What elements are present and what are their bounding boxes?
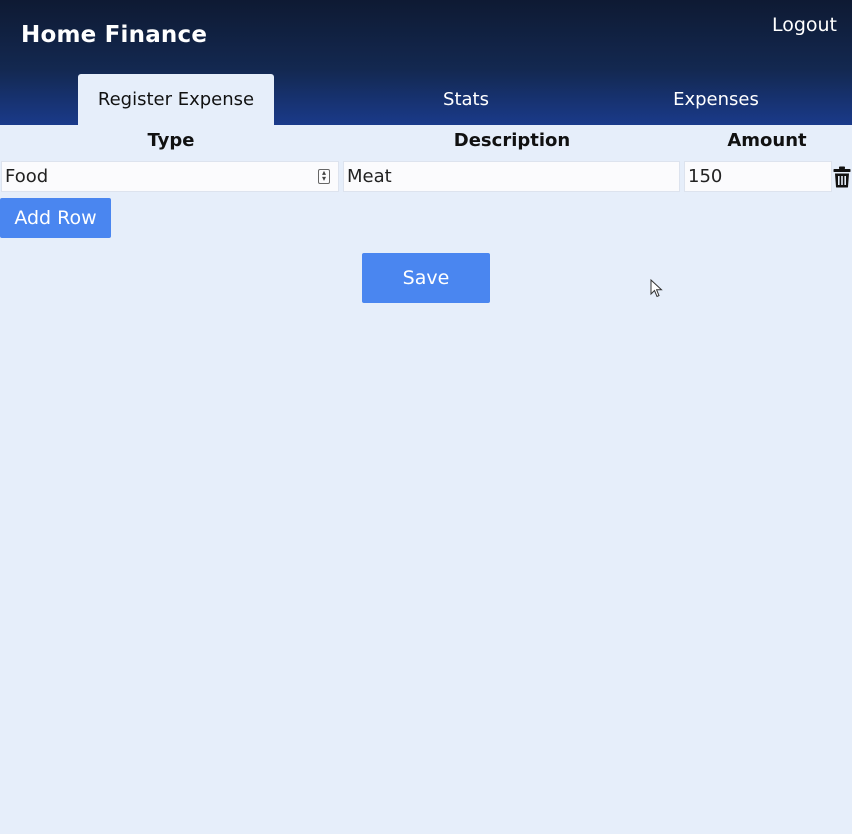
- type-select[interactable]: Food ▴ ▾: [1, 161, 339, 192]
- select-arrows-icon[interactable]: ▴ ▾: [318, 169, 330, 184]
- mouse-pointer-icon: [650, 279, 663, 298]
- save-button[interactable]: Save: [362, 253, 490, 303]
- description-input[interactable]: Meat: [343, 161, 680, 192]
- app-header: Home Finance Logout Register Expense Sta…: [0, 0, 852, 125]
- column-header-description: Description: [453, 130, 571, 151]
- tab-expenses[interactable]: Expenses: [640, 74, 792, 125]
- column-header-type: Type: [147, 130, 195, 151]
- logout-link[interactable]: Logout: [772, 14, 837, 36]
- trash-icon[interactable]: [833, 166, 851, 188]
- amount-value: 150: [688, 166, 723, 187]
- type-select-value: Food: [5, 166, 49, 187]
- amount-input[interactable]: 150: [684, 161, 832, 192]
- tab-stats[interactable]: Stats: [400, 74, 532, 125]
- column-header-amount: Amount: [727, 130, 807, 151]
- tab-register-expense[interactable]: Register Expense: [78, 74, 274, 125]
- description-value: Meat: [347, 166, 392, 187]
- app-title: Home Finance: [21, 22, 208, 48]
- add-row-button[interactable]: Add Row: [0, 198, 111, 238]
